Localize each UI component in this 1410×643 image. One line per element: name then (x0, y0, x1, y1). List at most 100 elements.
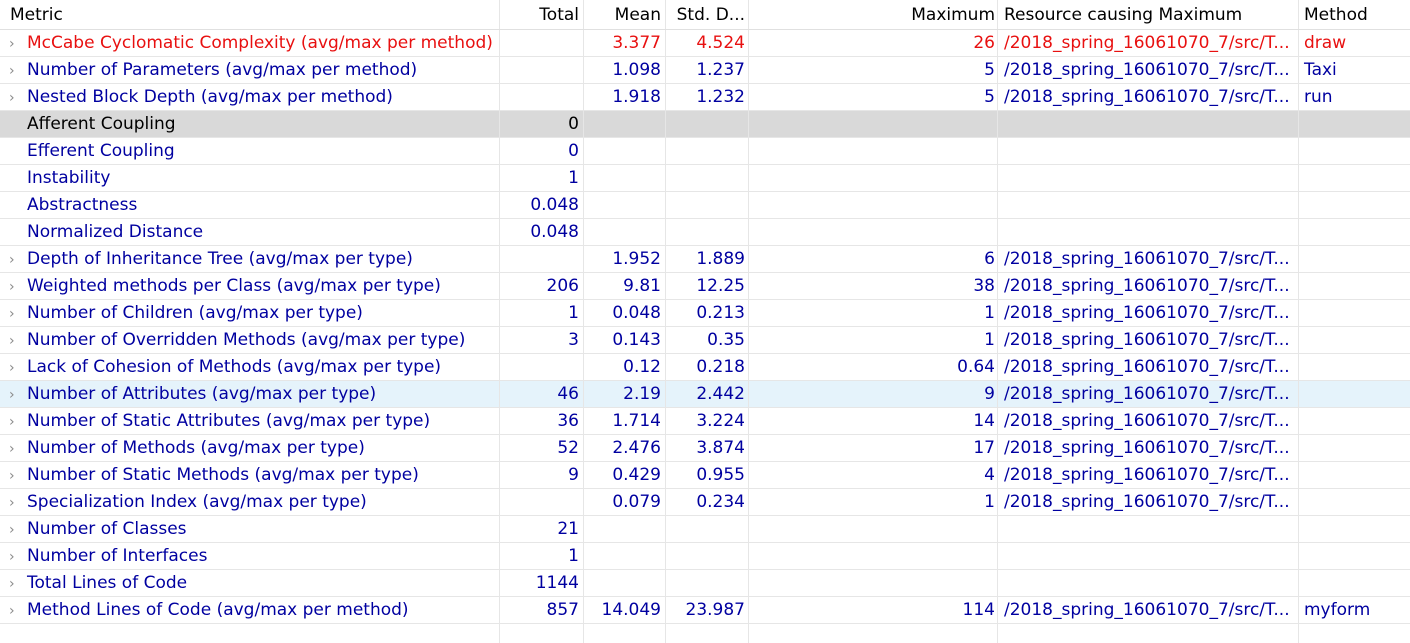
std-dev-cell (666, 111, 749, 137)
resource-cell: /2018_spring_16061070_7/src/T... (998, 408, 1299, 434)
chevron-right-icon[interactable]: › (9, 436, 27, 461)
table-row[interactable]: › Number of Static Attributes (avg/max pe… (0, 408, 1410, 435)
chevron-right-icon[interactable]: › (9, 571, 27, 596)
table-row[interactable]: › Number of Attributes (avg/max per type)… (0, 381, 1410, 408)
mean-cell: 1.098 (584, 57, 666, 83)
table-row[interactable]: ›Instability1 (0, 165, 1410, 192)
chevron-right-icon[interactable]: › (9, 490, 27, 515)
mean-cell (584, 192, 666, 218)
std-dev-cell (666, 192, 749, 218)
maximum-cell: 1 (749, 327, 998, 353)
table-row[interactable]: › Number of Classes 21 (0, 516, 1410, 543)
std-dev-cell: 0.955 (666, 462, 749, 488)
mean-cell: 9.81 (584, 273, 666, 299)
metrics-table: Metric Total Mean Std. D... Maximum Reso… (0, 0, 1410, 643)
std-dev-cell: 1.237 (666, 57, 749, 83)
maximum-cell: 17 (749, 435, 998, 461)
metric-label: Number of Overridden Methods (avg/max pe… (27, 330, 466, 350)
metric-label: Number of Attributes (avg/max per type) (27, 384, 377, 404)
column-header-metric[interactable]: Metric (0, 0, 500, 29)
total-cell (500, 57, 584, 83)
chevron-right-icon[interactable]: › (9, 301, 27, 326)
maximum-cell (749, 165, 998, 191)
chevron-right-icon[interactable]: › (9, 247, 27, 272)
column-header-resource[interactable]: Resource causing Maximum (998, 0, 1299, 29)
std-dev-cell (666, 516, 749, 542)
mean-cell (584, 570, 666, 596)
std-dev-cell: 0.35 (666, 327, 749, 353)
metric-cell: ›Instability (0, 165, 500, 191)
chevron-right-icon[interactable]: › (9, 58, 27, 83)
column-header-std-dev[interactable]: Std. D... (666, 0, 749, 29)
table-row[interactable]: › Lack of Cohesion of Methods (avg/max pe… (0, 354, 1410, 381)
std-dev-cell: 3.224 (666, 408, 749, 434)
resource-cell: /2018_spring_16061070_7/src/T... (998, 435, 1299, 461)
resource-cell (998, 516, 1299, 542)
table-row[interactable]: › Number of Children (avg/max per type) 1 0… (0, 300, 1410, 327)
table-row[interactable]: › Number of Static Methods (avg/max per t… (0, 462, 1410, 489)
total-cell: 857 (500, 597, 584, 623)
total-cell: 0.048 (500, 192, 584, 218)
maximum-cell: 38 (749, 273, 998, 299)
resource-cell: /2018_spring_16061070_7/src/T... (998, 462, 1299, 488)
column-header-mean[interactable]: Mean (584, 0, 666, 29)
table-row[interactable]: › Number of Parameters (avg/max per metho… (0, 57, 1410, 84)
chevron-right-icon[interactable]: › (9, 274, 27, 299)
chevron-right-icon[interactable]: › (9, 85, 27, 110)
table-row[interactable]: ›Efferent Coupling0 (0, 138, 1410, 165)
table-row[interactable]: › Number of Methods (avg/max per type) 52 2… (0, 435, 1410, 462)
metric-label: Number of Methods (avg/max per type) (27, 438, 365, 458)
chevron-right-icon[interactable]: › (9, 382, 27, 407)
table-row[interactable]: › Nested Block Depth (avg/max per method)… (0, 84, 1410, 111)
chevron-right-icon[interactable]: › (9, 544, 27, 569)
total-cell: 0 (500, 111, 584, 137)
table-row[interactable]: › Weighted methods per Class (avg/max per… (0, 273, 1410, 300)
metric-label: Efferent Coupling (27, 141, 175, 161)
maximum-cell (749, 138, 998, 164)
maximum-cell: 6 (749, 246, 998, 272)
table-row[interactable]: › Number of Interfaces 1 (0, 543, 1410, 570)
chevron-right-icon[interactable]: › (9, 598, 27, 623)
table-row[interactable]: › McCabe Cyclomatic Complexity (avg/max p… (0, 30, 1410, 57)
table-row[interactable]: ›Afferent Coupling0 (0, 111, 1410, 138)
metric-label: Instability (27, 168, 111, 188)
table-row[interactable]: › Depth of Inheritance Tree (avg/max per … (0, 246, 1410, 273)
table-row[interactable]: › Method Lines of Code (avg/max per metho… (0, 597, 1410, 624)
mean-cell: 2.19 (584, 381, 666, 407)
chevron-right-icon[interactable]: › (9, 31, 27, 56)
resource-cell (998, 138, 1299, 164)
mean-cell (584, 219, 666, 245)
table-row[interactable]: › Specialization Index (avg/max per type)… (0, 489, 1410, 516)
resource-cell: /2018_spring_16061070_7/src/T... (998, 30, 1299, 56)
method-cell (1299, 300, 1410, 326)
table-row[interactable]: ›Normalized Distance0.048 (0, 219, 1410, 246)
metric-cell: › Method Lines of Code (avg/max per metho… (0, 597, 500, 623)
total-cell: 206 (500, 273, 584, 299)
column-header-method[interactable]: Method (1299, 0, 1410, 29)
chevron-right-icon[interactable]: › (9, 355, 27, 380)
metric-cell: ›Efferent Coupling (0, 138, 500, 164)
table-row[interactable]: ›Abstractness0.048 (0, 192, 1410, 219)
maximum-cell: 26 (749, 30, 998, 56)
column-header-total[interactable]: Total (500, 0, 584, 29)
chevron-right-icon[interactable]: › (9, 409, 27, 434)
method-cell (1299, 570, 1410, 596)
total-cell (500, 246, 584, 272)
maximum-cell (749, 219, 998, 245)
chevron-right-icon[interactable]: › (9, 463, 27, 488)
table-row[interactable]: › Total Lines of Code 1144 (0, 570, 1410, 597)
chevron-right-icon[interactable]: › (9, 328, 27, 353)
mean-cell: 0.12 (584, 354, 666, 380)
maximum-cell: 9 (749, 381, 998, 407)
column-header-maximum[interactable]: Maximum (749, 0, 998, 29)
chevron-right-icon[interactable]: › (9, 517, 27, 542)
maximum-cell: 5 (749, 84, 998, 110)
metric-cell: ›Afferent Coupling (0, 111, 500, 137)
maximum-cell (749, 516, 998, 542)
metric-cell: › Number of Static Attributes (avg/max pe… (0, 408, 500, 434)
metric-cell: › Number of Static Methods (avg/max per t… (0, 462, 500, 488)
table-row[interactable]: › Number of Overridden Methods (avg/max p… (0, 327, 1410, 354)
std-dev-cell (666, 219, 749, 245)
metric-label: Number of Children (avg/max per type) (27, 303, 363, 323)
std-dev-cell: 1.232 (666, 84, 749, 110)
